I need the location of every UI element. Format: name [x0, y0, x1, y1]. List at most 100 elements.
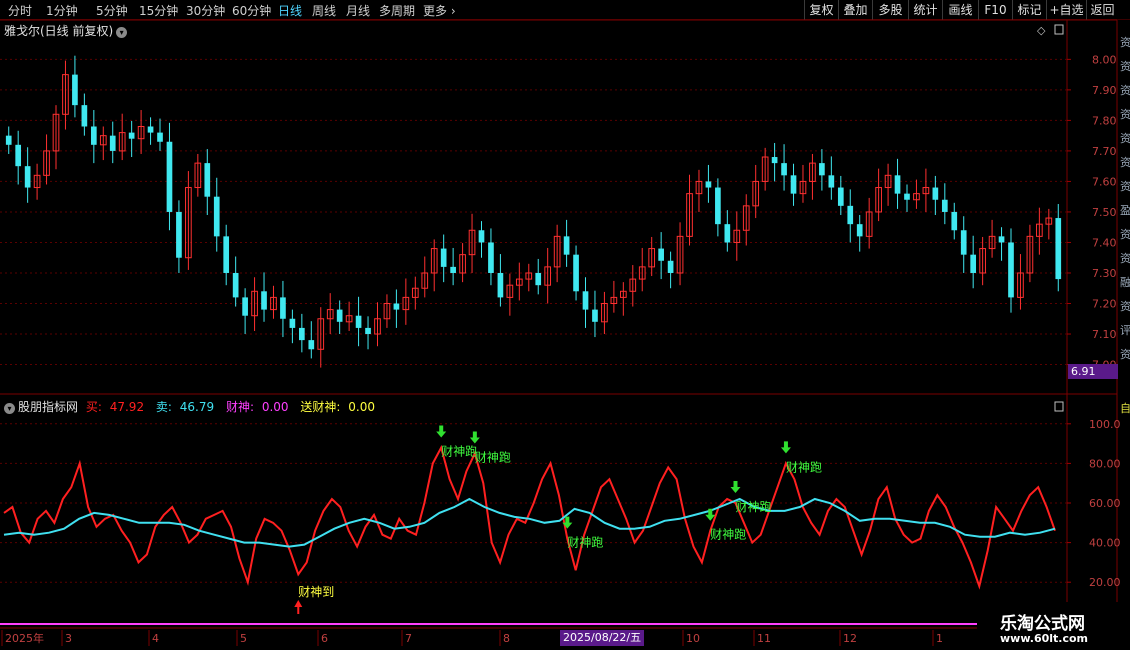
right-strip-char: 融 — [1120, 276, 1130, 289]
candle-body — [847, 205, 854, 225]
price-tick-label: 7.10 — [1092, 328, 1117, 341]
maximize-icon — [1054, 401, 1064, 412]
indicator-name: 股朋指标网 — [18, 400, 79, 414]
candle-body — [242, 297, 248, 316]
candle-body — [166, 141, 173, 212]
signal-run-label: 财神跑 — [441, 445, 477, 459]
price-tick-label: 7.40 — [1092, 236, 1117, 249]
right-strip-char: 资 — [1120, 84, 1130, 97]
candle-body — [1055, 218, 1062, 280]
candle-body — [563, 236, 570, 255]
signal-run-label: 财神跑 — [786, 460, 822, 474]
chevron-down-icon[interactable]: ▾ — [116, 27, 128, 38]
candle-body — [81, 105, 88, 127]
indicator-tick-label: 40.00 — [1089, 537, 1121, 550]
candle-body — [771, 157, 778, 164]
price-tick-label: 7.60 — [1092, 175, 1117, 188]
stock-title[interactable]: 雅戈尔(日线 前复权) ▾ — [4, 22, 128, 39]
chevron-down-icon[interactable]: ▾ — [4, 403, 15, 414]
candle-body — [573, 254, 579, 292]
candle-body — [658, 248, 664, 261]
buy-line — [3, 444, 1056, 590]
candle-body — [790, 175, 797, 194]
watermark-line1: 乐淘公式网 — [1000, 614, 1085, 634]
right-strip-char: 资 — [1120, 156, 1130, 169]
signal-run-label: 财神跑 — [475, 451, 511, 465]
candle-body — [90, 126, 97, 145]
price-tick-label: 7.70 — [1092, 145, 1117, 158]
right-strip-char: 资 — [1120, 60, 1130, 73]
candle-body — [582, 291, 589, 310]
candle-body — [960, 230, 967, 255]
candle-body — [232, 272, 239, 298]
buy-value: 47.92 — [109, 400, 145, 414]
diamond-icon: ◇ — [1037, 24, 1046, 37]
candle-body — [289, 318, 296, 328]
candle-body — [497, 272, 504, 298]
candle-body — [128, 132, 135, 139]
candle-body — [109, 135, 116, 151]
date-label: 7 — [405, 632, 412, 645]
date-label: 3 — [65, 632, 72, 645]
price-tick-label: 7.50 — [1092, 206, 1117, 219]
candle-body — [592, 309, 598, 322]
candle-body — [450, 266, 456, 273]
candle-body — [781, 163, 787, 176]
date-label: 12 — [843, 632, 857, 645]
signal-arrive-label: 财神到 — [298, 585, 334, 599]
price-tick-label: 7.90 — [1092, 84, 1117, 97]
candle-body — [24, 166, 31, 188]
right-strip-char: 评 — [1120, 324, 1130, 337]
current-price-badge: 6.91 — [1068, 364, 1118, 379]
sell-value: 46.79 — [179, 400, 215, 414]
candle-body — [535, 272, 542, 286]
candle-body — [5, 135, 12, 145]
caishen-value: 0.00 — [261, 400, 289, 414]
candle-body — [355, 315, 362, 328]
candle-body — [204, 163, 211, 197]
price-tick-label: 7.80 — [1092, 114, 1117, 127]
down-arrow-icon — [780, 441, 791, 454]
candle-body — [837, 187, 844, 206]
right-strip-char: 资 — [1120, 132, 1130, 145]
price-tick-label: 7.30 — [1092, 267, 1117, 280]
date-label: 8 — [503, 632, 510, 645]
candle-body — [176, 211, 182, 258]
indicator-tick-label: 60.00 — [1089, 497, 1121, 510]
stock-title-text: 雅戈尔(日线 前复权) — [4, 24, 114, 38]
caishen-readout: 财神: 0.00 — [226, 400, 293, 414]
candle-body — [951, 211, 958, 231]
candle-body — [904, 193, 910, 200]
candle-body — [705, 181, 712, 188]
candle-body — [932, 187, 939, 200]
right-strip-char: 盈 — [1120, 204, 1130, 217]
buy-label: 买: — [85, 400, 102, 414]
candle-body — [941, 199, 948, 212]
date-label: 5 — [240, 632, 247, 645]
candle-body — [856, 224, 863, 237]
caishen-label: 财神: — [225, 400, 255, 414]
indicator-tick-label: 100.0 — [1089, 418, 1121, 431]
date-label: 4 — [152, 632, 159, 645]
right-strip-char: 资 — [1120, 228, 1130, 241]
watermark-line2: www.60lt.com — [1000, 632, 1089, 645]
down-arrow-icon — [730, 481, 741, 493]
candle-body — [998, 236, 1005, 243]
candle-body — [478, 230, 485, 243]
candle-body — [299, 327, 305, 341]
price-tick-label: 7.20 — [1092, 298, 1117, 311]
candle-body — [72, 74, 78, 106]
candle-body — [261, 291, 267, 310]
sell-readout: 卖: 46.79 — [156, 400, 218, 414]
indicator-title: ▾ 股朋指标网 买: 47.92 卖: 46.79 财神: 0.00 送财神: 0… — [4, 398, 383, 415]
maximize-icon — [1054, 24, 1064, 35]
signal-run-label: 财神跑 — [567, 536, 603, 550]
right-strip-char: 资 — [1120, 252, 1130, 265]
right-strip-char: 资 — [1120, 348, 1130, 361]
candle-body — [1008, 242, 1014, 298]
buy-readout: 买: 47.92 — [86, 400, 148, 414]
signal-run-label: 财神跑 — [735, 500, 771, 514]
candle-body — [157, 132, 163, 142]
cursor-date: 2025/08/22/五 — [560, 630, 645, 646]
date-label: 10 — [686, 632, 700, 645]
